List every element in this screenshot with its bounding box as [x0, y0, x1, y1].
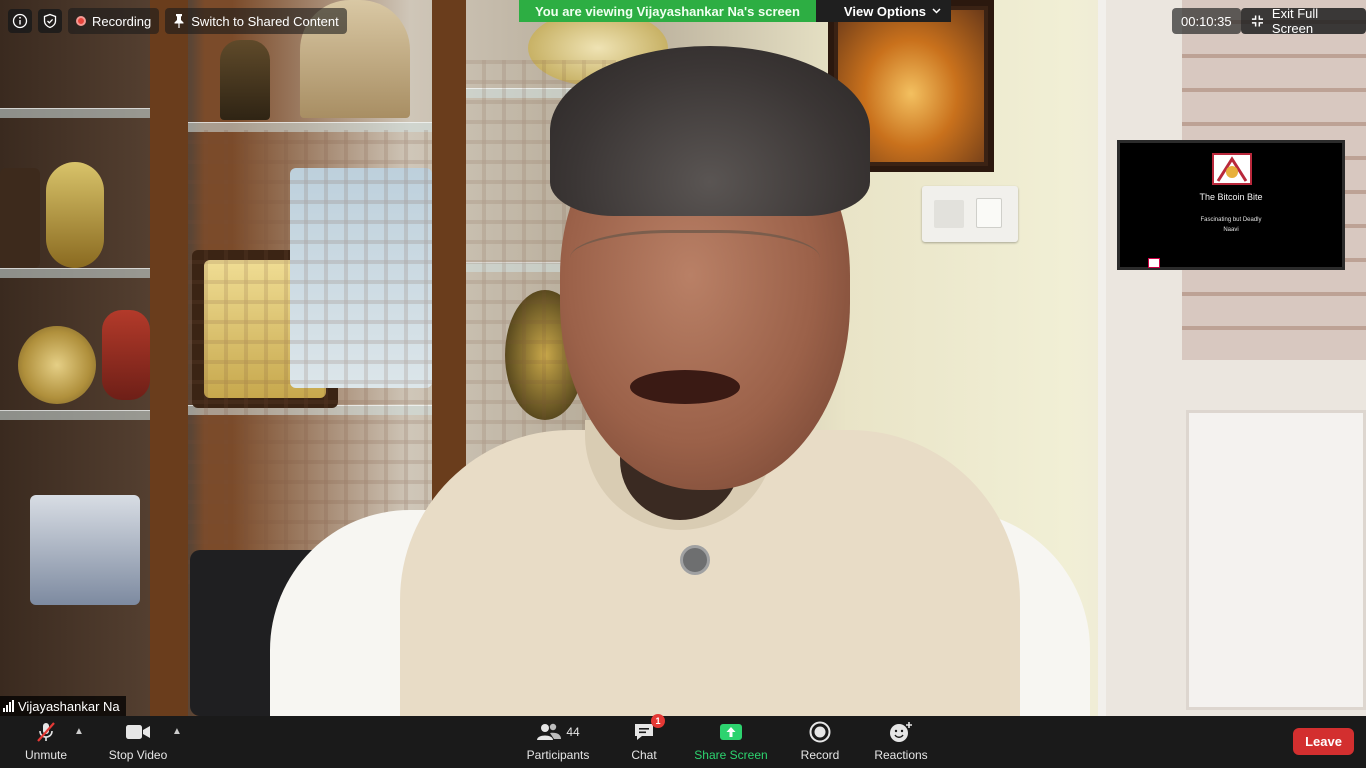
signal-strength-icon	[3, 700, 14, 712]
record-button[interactable]: Record	[800, 716, 840, 768]
viewing-banner: You are viewing Vijayashankar Na's scree…	[519, 0, 952, 22]
record-label: Record	[800, 748, 840, 762]
reactions-label: Reactions	[874, 748, 928, 762]
recording-label: Recording	[92, 13, 152, 29]
exit-fullscreen-label: Exit Full Screen	[1271, 6, 1319, 36]
glass-shelf	[0, 268, 150, 278]
exit-fullscreen-button[interactable]: Exit Full Screen	[1241, 6, 1366, 36]
muted-microphone-icon	[37, 722, 55, 742]
record-icon	[809, 721, 831, 743]
unmute-label: Unmute	[24, 748, 68, 762]
meeting-toolbar: Unmute ▲ Stop Video ▲ 44 Participants 1 …	[0, 714, 1366, 768]
video-camera-icon	[126, 725, 150, 739]
award-plaque	[102, 310, 150, 400]
award-plaque	[30, 495, 140, 605]
participants-count: 44	[566, 725, 580, 739]
stop-video-label: Stop Video	[108, 748, 168, 762]
audio-options-caret[interactable]: ▲	[74, 726, 84, 737]
exit-fullscreen-icon	[1251, 15, 1263, 27]
slide-footer-logo	[1148, 258, 1160, 268]
record-dot-icon	[76, 16, 86, 26]
reactions-button[interactable]: Reactions	[874, 716, 928, 768]
award-plaque	[46, 162, 104, 268]
switch-to-shared-content-button[interactable]: Switch to Shared Content	[165, 8, 347, 34]
glass-shelf	[0, 108, 150, 118]
view-options-label: View Options	[843, 3, 927, 19]
viewing-text: You are viewing Vijayashankar Na's scree…	[519, 0, 816, 22]
smiley-add-icon	[890, 722, 912, 742]
participants-button[interactable]: 44 Participants	[526, 716, 590, 768]
video-options-caret[interactable]: ▲	[172, 726, 182, 737]
encryption-button[interactable]	[38, 9, 62, 33]
top-left-controls: Recording Switch to Shared Content	[8, 8, 347, 34]
slide-logo	[1212, 153, 1252, 185]
slide-author: Naavi	[1223, 227, 1239, 233]
speaker-figure	[270, 40, 1110, 716]
participants-icon	[537, 723, 562, 740]
meeting-timer: 00:10:35	[1172, 8, 1241, 34]
switch-label: Switch to Shared Content	[191, 13, 339, 29]
share-screen-icon	[720, 724, 742, 740]
share-screen-button[interactable]: Share Screen	[694, 716, 768, 768]
shared-screen-thumbnail[interactable]: The Bitcoin Bite Fascinating but Deadly …	[1117, 140, 1345, 270]
chevron-down-icon	[932, 8, 941, 14]
main-video	[0, 0, 1366, 716]
meeting-info-button[interactable]	[8, 9, 32, 33]
participants-label: Participants	[526, 748, 590, 762]
idol	[220, 40, 270, 120]
info-icon	[12, 13, 28, 29]
stop-video-button[interactable]: Stop Video	[106, 716, 170, 768]
pin-icon	[174, 14, 184, 28]
bookshelf-post	[150, 0, 188, 716]
leave-button[interactable]: Leave	[1293, 728, 1354, 755]
glass-shelf	[0, 410, 150, 420]
chat-button[interactable]: 1 Chat	[626, 714, 665, 768]
unmute-button[interactable]: Unmute	[22, 716, 70, 768]
slide-preview: The Bitcoin Bite Fascinating but Deadly …	[1120, 143, 1342, 268]
award-plaque	[18, 326, 96, 404]
participant-name: Vijayashankar Na	[18, 698, 120, 714]
chat-label: Chat	[631, 748, 657, 762]
chat-unread-badge: 1	[651, 714, 665, 728]
slide-subtitle: Fascinating but Deadly	[1200, 217, 1262, 223]
shield-icon	[43, 13, 57, 29]
share-screen-label: Share Screen	[694, 748, 768, 762]
participant-name-tag: Vijayashankar Na	[0, 696, 126, 716]
view-options-button[interactable]: View Options	[815, 0, 952, 22]
door	[1098, 0, 1366, 716]
award-plaque	[0, 168, 40, 268]
slide-title: The Bitcoin Bite	[1199, 192, 1263, 202]
recording-indicator[interactable]: Recording	[68, 8, 160, 34]
